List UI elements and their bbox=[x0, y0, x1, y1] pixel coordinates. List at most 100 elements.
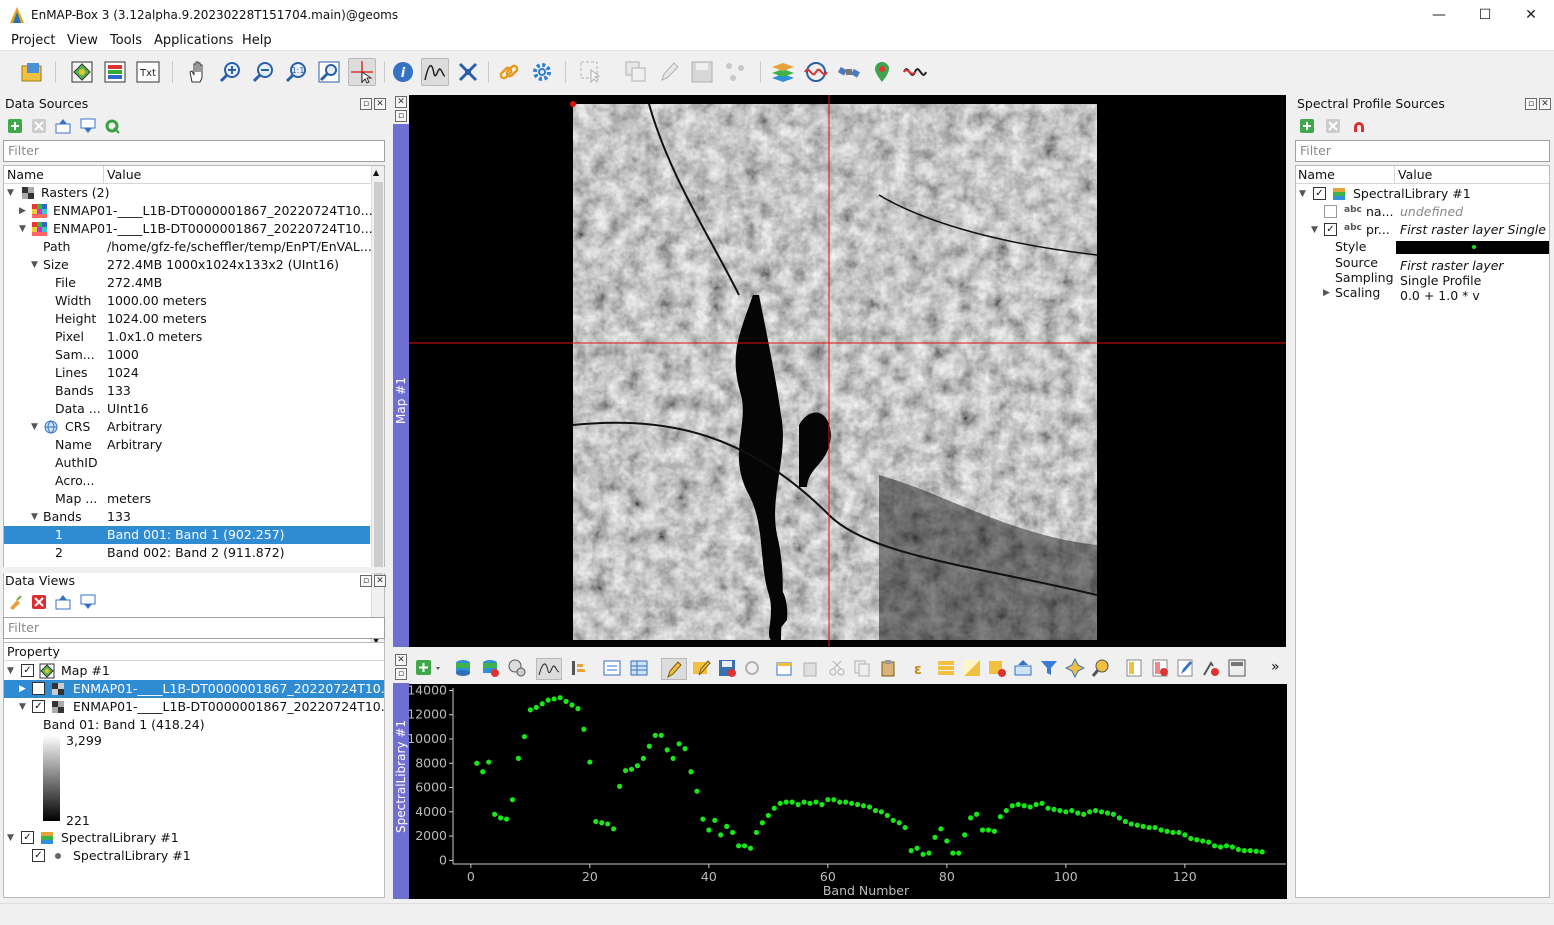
layer-visible-checkbox[interactable]: ✓ bbox=[32, 682, 45, 695]
identify-icon[interactable]: i bbox=[389, 58, 417, 86]
add-raster-icon[interactable] bbox=[101, 58, 129, 86]
close-button[interactable]: ✕ bbox=[1508, 0, 1554, 31]
sps-row-speclib[interactable]: ▼ ✓ SpectralLibrary #1 bbox=[1296, 185, 1549, 203]
tree-row-crs-name[interactable]: Name Arbitrary bbox=[4, 436, 370, 454]
move-center-icon[interactable] bbox=[454, 58, 482, 86]
sps-filter-input[interactable]: Filter bbox=[1295, 140, 1550, 162]
edit-pencil-icon[interactable] bbox=[655, 58, 683, 86]
speclib-layer-checkbox[interactable]: ✓ bbox=[32, 849, 45, 862]
name-field-checkbox[interactable] bbox=[1324, 205, 1337, 218]
close-map-button[interactable]: ✕ bbox=[395, 96, 407, 108]
layers-stack-icon[interactable] bbox=[769, 58, 797, 86]
move-selection-top-icon[interactable] bbox=[1013, 658, 1033, 678]
style-swatch[interactable] bbox=[1396, 241, 1549, 254]
link-maps-icon[interactable] bbox=[495, 58, 523, 86]
layer-visible-checkbox[interactable]: ✓ bbox=[32, 700, 45, 713]
tree-row-crs[interactable]: ▼ CRS Arbitrary bbox=[4, 418, 370, 436]
tree-row-bands-count[interactable]: Bands 133 bbox=[4, 382, 370, 400]
tree-row-lines[interactable]: Lines 1024 bbox=[4, 364, 370, 382]
processing-icon[interactable] bbox=[802, 58, 830, 86]
zoom-out-icon[interactable] bbox=[249, 58, 277, 86]
collapse-all-icon[interactable] bbox=[55, 594, 71, 610]
tree-row-size[interactable]: ▼ Size 272.4MB 1000x1024x133x2 (UInt16) bbox=[4, 256, 370, 274]
bar-chart-icon[interactable] bbox=[569, 658, 589, 678]
sps-row-profile-field[interactable]: ▼ ✓ abc pr... First raster layer Single P bbox=[1296, 221, 1549, 239]
menu-applications[interactable]: Applications bbox=[154, 33, 233, 48]
add-source-icon[interactable] bbox=[1299, 118, 1315, 134]
tree-row-rasters[interactable]: ▼ Rasters (2) bbox=[4, 184, 370, 202]
close-speclib-button[interactable]: ✕ bbox=[395, 654, 407, 666]
map-tab[interactable]: Map #1 bbox=[393, 124, 409, 647]
brush-icon[interactable] bbox=[7, 594, 23, 610]
expand-all-icon[interactable] bbox=[80, 594, 96, 610]
tree-row-map-units[interactable]: Map ... meters bbox=[4, 490, 370, 508]
column-name-header[interactable]: Name bbox=[1298, 167, 1335, 182]
tree-row-band-1[interactable]: 1 Band 001: Band 1 (902.257) bbox=[4, 526, 370, 544]
paste-icon[interactable] bbox=[878, 658, 898, 678]
tree-row-pixel[interactable]: Pixel 1.0x1.0 meters bbox=[4, 328, 370, 346]
minimize-button[interactable]: — bbox=[1416, 0, 1462, 31]
column-value-header[interactable]: Value bbox=[107, 167, 141, 182]
open-project-icon[interactable] bbox=[18, 58, 46, 86]
map-visible-checkbox[interactable]: ✓ bbox=[21, 664, 34, 677]
tree-row-authid[interactable]: AuthID bbox=[4, 454, 370, 472]
copy-features-icon[interactable] bbox=[622, 58, 650, 86]
tree-row-samples[interactable]: Sam... 1000 bbox=[4, 346, 370, 364]
close-panel-button[interactable]: ✕ bbox=[374, 575, 386, 587]
column-property-header[interactable]: Property bbox=[7, 644, 60, 659]
float-speclib-button[interactable]: ▫ bbox=[395, 668, 407, 680]
menu-view[interactable]: View bbox=[67, 33, 98, 48]
speclib-checkbox[interactable]: ✓ bbox=[1313, 187, 1326, 200]
add-text-icon[interactable]: Txt bbox=[134, 58, 162, 86]
expand-all-icon[interactable] bbox=[80, 118, 96, 134]
reload-icon[interactable] bbox=[742, 658, 762, 678]
deselect-icon[interactable] bbox=[987, 658, 1007, 678]
column-name-header[interactable]: Name bbox=[7, 167, 44, 182]
tree-row-path[interactable]: Path/home/gfz-fe/scheffler/temp/EnPT/EnV… bbox=[4, 238, 372, 256]
tree-row-raster-1[interactable]: ▶ ENMAP01-____L1B-DT0000001867_20220724T1… bbox=[4, 202, 373, 220]
pan-to-selected-icon[interactable] bbox=[1065, 658, 1085, 678]
tree-row-datatype[interactable]: Data ... UInt16 bbox=[4, 400, 370, 418]
close-panel-button[interactable]: ✕ bbox=[374, 98, 386, 110]
save-edits-icon[interactable] bbox=[717, 658, 737, 678]
view-row-map[interactable]: ▼ ✓ Map #1 bbox=[4, 662, 384, 680]
float-panel-button[interactable]: ▫ bbox=[1525, 98, 1537, 110]
view-row-raster-1[interactable]: ▶ ✓ ENMAP01-____L1B-DT0000001867_20220724T… bbox=[4, 680, 384, 698]
tree-row-acronym[interactable]: Acro... bbox=[4, 472, 370, 490]
collapse-all-icon[interactable] bbox=[55, 118, 71, 134]
column-value-header[interactable]: Value bbox=[1398, 167, 1432, 182]
add-vector-icon[interactable] bbox=[68, 58, 96, 86]
field-calculator-icon[interactable] bbox=[1227, 658, 1247, 678]
select-features-icon[interactable] bbox=[577, 58, 605, 86]
form-view-icon[interactable] bbox=[602, 658, 622, 678]
tree-row-width[interactable]: Width 1000.00 meters bbox=[4, 292, 370, 310]
zoom-full-icon[interactable] bbox=[315, 58, 343, 86]
satellite-icon[interactable] bbox=[835, 58, 863, 86]
spectral-wave-icon[interactable] bbox=[901, 58, 929, 86]
speclib-add-icon[interactable] bbox=[453, 658, 473, 678]
toggle-editing-button[interactable] bbox=[661, 658, 687, 680]
select-crosshair-icon[interactable] bbox=[348, 58, 376, 86]
expression-icon[interactable]: ε bbox=[910, 658, 930, 678]
tree-row-file[interactable]: File 272.4MB bbox=[4, 274, 370, 292]
speclib-settings-icon[interactable] bbox=[507, 658, 527, 678]
sps-row-scaling[interactable]: ▶ Scaling 0.0 + 1.0 * v bbox=[1296, 284, 1549, 303]
menu-help[interactable]: Help bbox=[242, 33, 272, 48]
add-field-icon[interactable] bbox=[1124, 658, 1144, 678]
edit-multi-icon[interactable] bbox=[691, 658, 711, 678]
add-feature-icon[interactable] bbox=[775, 658, 795, 678]
speclib-import-icon[interactable] bbox=[480, 658, 500, 678]
add-profile-icon[interactable] bbox=[414, 658, 446, 678]
speclib-tab[interactable]: SpectralLibrary #1 bbox=[393, 683, 409, 899]
field-calculator-edit-icon[interactable] bbox=[1175, 658, 1195, 678]
select-all-icon[interactable] bbox=[936, 658, 956, 678]
float-panel-button[interactable]: ▫ bbox=[360, 98, 372, 110]
view-row-raster-2[interactable]: ▼ ✓ ENMAP01-____L1B-DT0000001867_20220724T… bbox=[4, 698, 384, 716]
remove-source-icon[interactable] bbox=[1325, 118, 1341, 134]
filter-icon[interactable] bbox=[1039, 658, 1059, 678]
maximize-button[interactable]: ☐ bbox=[1462, 0, 1508, 31]
float-map-button[interactable]: ▫ bbox=[395, 110, 407, 122]
magnet-icon[interactable] bbox=[1351, 118, 1367, 134]
spectral-profile-icon[interactable] bbox=[421, 58, 449, 86]
cut-icon[interactable] bbox=[827, 658, 847, 678]
